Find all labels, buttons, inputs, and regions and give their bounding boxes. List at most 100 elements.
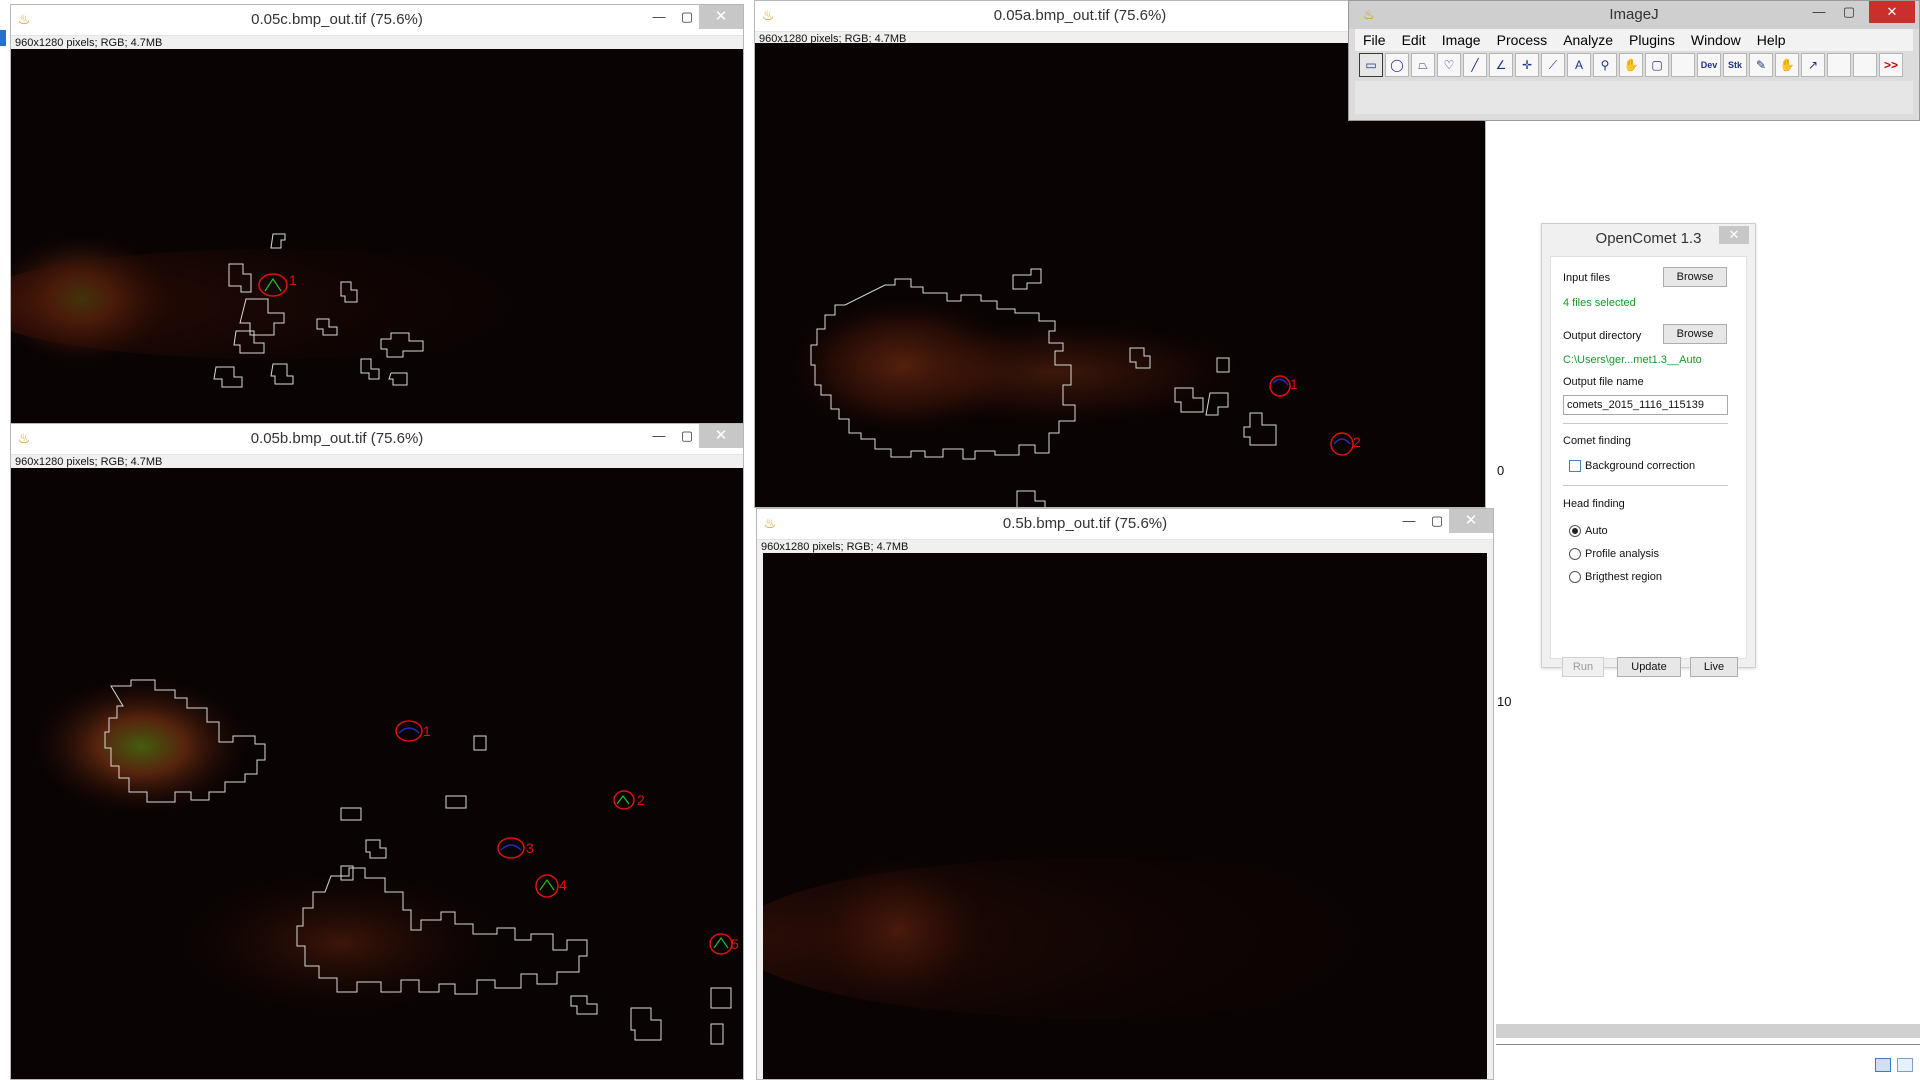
menu-process[interactable]: Process [1489,29,1556,51]
output-file-name-label: Output file name [1563,376,1644,388]
image-window-0-05c[interactable]: ♨ 0.05c.bmp_out.tif (75.6%) — ▢ ✕ 960x12… [10,4,744,424]
close-button[interactable]: ✕ [699,5,743,29]
color-picker-tool-icon[interactable]: ▢ [1645,53,1669,77]
window-title: 0.5b.bmp_out.tif (75.6%) [1002,515,1168,532]
comet-label: 1 [289,272,297,288]
dev-tool-icon[interactable]: Dev [1697,53,1721,77]
region-outline [710,1023,724,1045]
imagej-titlebar[interactable]: ♨ ImageJ — ▢ ✕ [1349,1,1919,29]
freehand-tool-icon[interactable]: ♡ [1437,53,1461,77]
maximize-button[interactable]: ▢ [673,5,701,29]
imagej-main-window[interactable]: ♨ ImageJ — ▢ ✕ File Edit Image Process Analy… [1348,0,1920,121]
browse-input-button[interactable]: Browse [1663,267,1727,287]
window-title: 0.05c.bmp_out.tif (75.6%) [251,11,423,28]
details-view-icon[interactable] [1875,1058,1891,1072]
image-canvas[interactable] [763,553,1487,1079]
browse-output-button[interactable]: Browse [1663,324,1727,344]
window-titlebar[interactable]: ♨ 0.5b.bmp_out.tif (75.6%) — ▢ ✕ [757,509,1493,540]
profile-guide [616,795,630,805]
maximize-button[interactable]: ▢ [1835,1,1863,23]
image-canvas[interactable]: 1 2 3 4 5 [11,468,743,1079]
region-outline [1016,490,1046,507]
axis-number: 10 [1497,694,1512,709]
opencomet-dialog[interactable]: OpenComet 1.3 ✕ Input files Browse 4 fil… [1541,223,1756,677]
comet-label: 5 [731,936,739,952]
imagej-microscope-icon: ♨ [761,7,775,23]
close-button[interactable]: ✕ [1449,509,1493,533]
imagej-microscope-icon: ♨ [1363,7,1375,22]
comet-label: 3 [526,840,534,856]
preview-view-icon[interactable] [1897,1058,1913,1072]
minimize-button[interactable]: — [645,424,673,448]
window-titlebar[interactable]: ♨ 0.05b.bmp_out.tif (75.6%) — ▢ ✕ [11,424,743,455]
region-outline [1243,412,1277,446]
minimize-button[interactable]: — [645,5,673,29]
menu-analyze[interactable]: Analyze [1555,29,1621,51]
run-button[interactable]: Run [1562,657,1604,677]
blank-tool-icon[interactable] [1827,53,1851,77]
minimize-button[interactable]: — [1805,1,1833,23]
blank-tool-icon[interactable] [1853,53,1877,77]
polygon-tool-icon[interactable]: ⏢ [1411,53,1435,77]
rectangle-tool-icon[interactable]: ▭ [1359,53,1383,77]
close-button[interactable]: ✕ [699,424,743,448]
close-button[interactable]: ✕ [1719,226,1749,244]
comet-head-marker [613,790,635,810]
scroll-bar[interactable] [1496,1024,1920,1038]
point-tool-icon[interactable]: ✛ [1515,53,1539,77]
comet-image-d [763,856,1453,1018]
blank-tool-icon[interactable] [1671,53,1695,77]
text-tool-icon[interactable]: A [1567,53,1591,77]
line-tool-icon[interactable]: ╱ [1463,53,1487,77]
image-canvas[interactable]: 1 [11,49,743,423]
pipette-tool-icon[interactable]: ↗ [1801,53,1825,77]
output-file-name-field[interactable]: comets_2015_1116_115139 [1563,395,1728,415]
background-correction-checkbox[interactable] [1569,460,1581,472]
region-outline [445,795,467,809]
head-brightest-region-radio[interactable] [1569,571,1581,583]
region-outline [270,363,294,385]
live-button[interactable]: Live [1690,657,1738,677]
window-titlebar[interactable]: ♨ 0.05c.bmp_out.tif (75.6%) — ▢ ✕ [11,5,743,36]
menu-window[interactable]: Window [1683,29,1749,51]
close-button[interactable]: ✕ [1869,1,1915,23]
head-profile-analysis-radio[interactable] [1569,548,1581,560]
magnifier-tool-icon[interactable]: ⚲ [1593,53,1617,77]
menu-file[interactable]: File [1355,29,1394,51]
window-title: 0.05a.bmp_out.tif (75.6%) [993,7,1167,24]
hand-tool-icon[interactable]: ✋ [1619,53,1643,77]
brush-tool-icon[interactable]: ✋ [1775,53,1799,77]
menu-help[interactable]: Help [1749,29,1794,51]
wand-tool-icon[interactable]: ⟋ [1541,53,1565,77]
minimize-button[interactable]: — [1395,509,1423,533]
region-outline [270,233,286,249]
menu-image[interactable]: Image [1434,29,1489,51]
image-window-0-5b[interactable]: ♨ 0.5b.bmp_out.tif (75.6%) — ▢ ✕ 960x128… [756,508,1494,1080]
profile-curve [398,727,420,734]
input-files-label: Input files [1563,272,1611,284]
menu-plugins[interactable]: Plugins [1621,29,1683,51]
image-window-0-05b[interactable]: ♨ 0.05b.bmp_out.tif (75.6%) — ▢ ✕ 960x12… [10,423,744,1080]
files-selected-status: 4 files selected [1563,297,1636,309]
output-directory-label: Output directory [1563,330,1642,342]
pencil-tool-icon[interactable]: ✎ [1749,53,1773,77]
angle-tool-icon[interactable]: ∠ [1489,53,1513,77]
imagej-microscope-icon: ♨ [17,430,31,446]
head-finding-label: Head finding [1563,498,1625,510]
divider [1563,485,1728,486]
comet-tail-glow [171,868,511,1018]
comet-label: 1 [423,723,431,739]
stk-tool-icon[interactable]: Stk [1723,53,1747,77]
region-outline [388,372,408,386]
oval-tool-icon[interactable]: ◯ [1385,53,1409,77]
menu-edit[interactable]: Edit [1394,29,1434,51]
update-button[interactable]: Update [1617,657,1681,677]
imagej-title: ImageJ [1609,6,1659,23]
maximize-button[interactable]: ▢ [673,424,701,448]
maximize-button[interactable]: ▢ [1423,509,1451,533]
comet-head-marker [535,874,559,898]
background-correction-label: Background correction [1585,460,1696,472]
taskbar-edge [0,30,6,46]
more-tools-icon[interactable]: >> [1879,53,1903,77]
head-auto-radio[interactable] [1569,525,1581,537]
